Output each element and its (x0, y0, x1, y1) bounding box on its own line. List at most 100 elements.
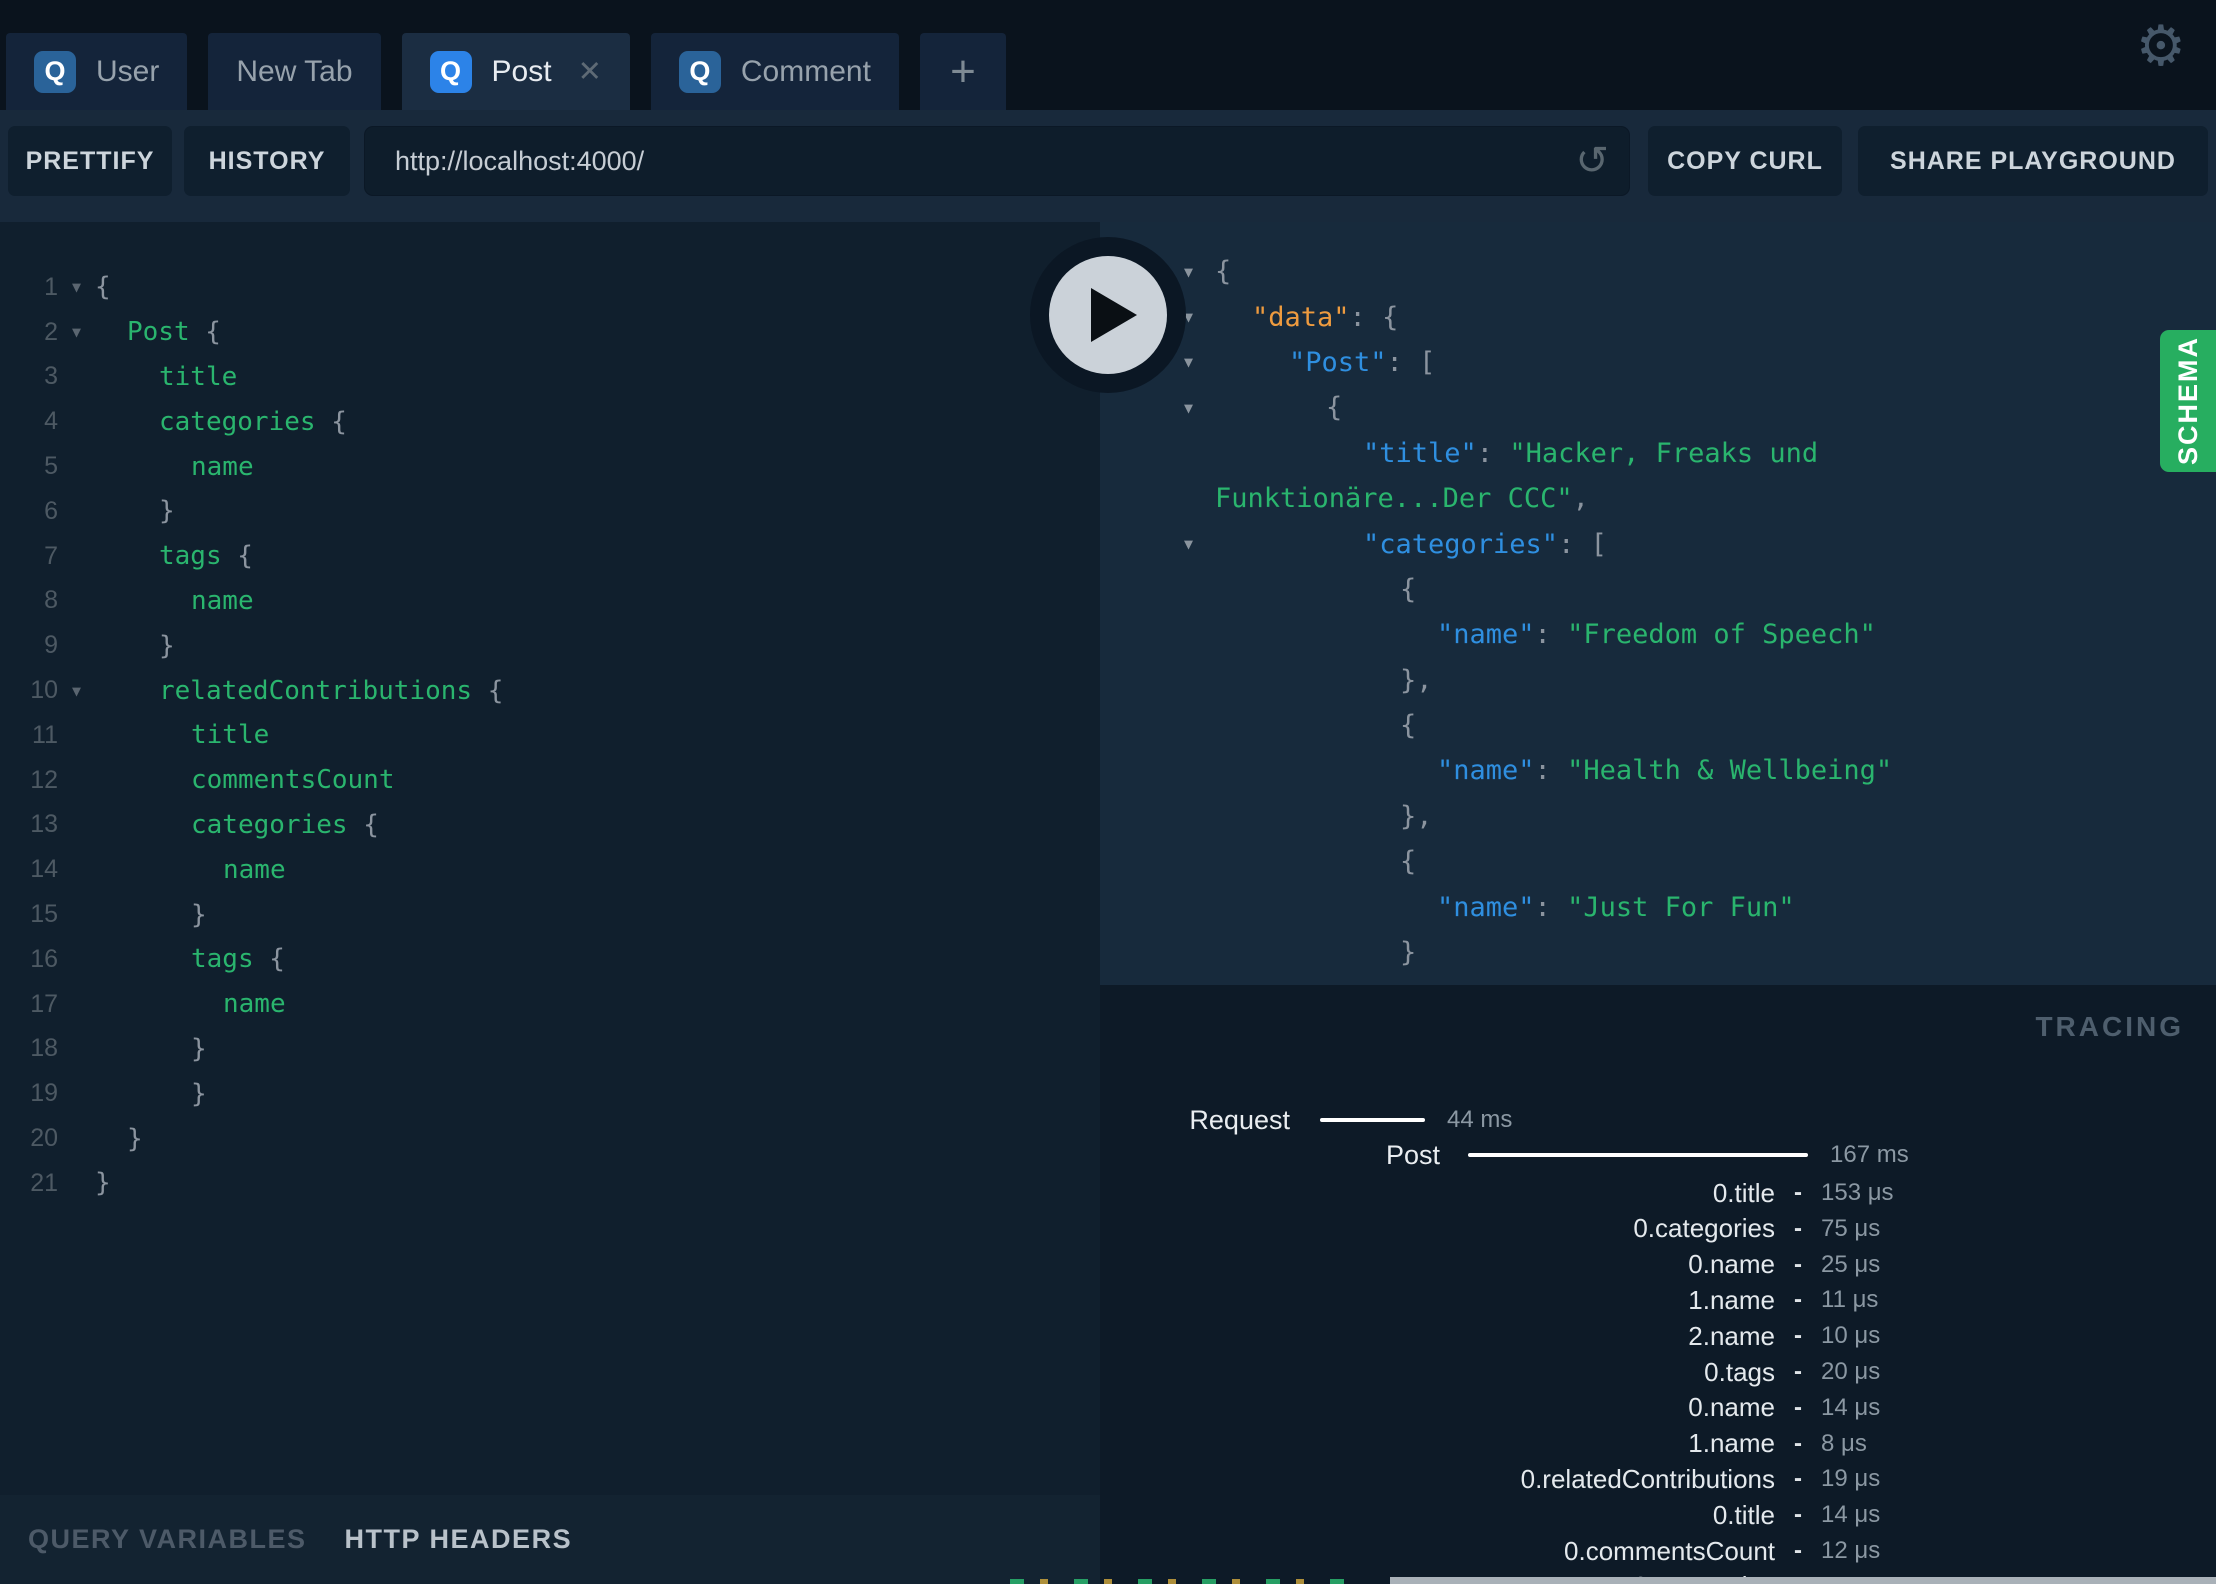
code-text: } (191, 1033, 207, 1064)
copy-curl-button[interactable]: COPY CURL (1648, 126, 1842, 196)
editor-line: 12 commentsCount (0, 758, 1100, 803)
tracing-row: 0.categories -75 μs (1100, 1211, 2216, 1247)
endpoint-url-input[interactable]: http://localhost:4000/ ↺ (364, 126, 1630, 196)
tracing-duration: 75 μs (1821, 1214, 1881, 1242)
editor-line: 9} (0, 623, 1100, 668)
tab-new-tab[interactable]: New Tab (208, 33, 381, 110)
tab-post[interactable]: Q Post ✕ (401, 33, 630, 110)
horizontal-scrollbar[interactable] (1390, 1577, 2216, 1584)
code-text: tags { (159, 541, 253, 572)
line-number: 10 (30, 676, 58, 705)
trace-span-post: Post 167 ms (1100, 1138, 2216, 1172)
trace-span-time: 167 ms (1830, 1141, 1909, 1168)
line-number: 20 (30, 1124, 58, 1153)
tracing-dash: - (1794, 1286, 1802, 1314)
response-text: Funktionäre...Der CCC", (1215, 483, 1589, 515)
share-playground-button[interactable]: SHARE PLAYGROUND (1858, 126, 2208, 196)
tracing-dash: - (1794, 1358, 1802, 1385)
trace-span-time: 44 ms (1447, 1106, 1513, 1133)
query-variables-tab[interactable]: QUERY VARIABLES (28, 1524, 307, 1555)
reload-schema-icon[interactable]: ↺ (1575, 141, 1609, 181)
collapse-arrow-icon[interactable]: ▼ (1184, 535, 1193, 553)
editor-footer: QUERY VARIABLES HTTP HEADERS (0, 1495, 1100, 1584)
tab-comment[interactable]: Q Comment (650, 33, 899, 110)
line-number: 6 (44, 496, 58, 525)
history-button[interactable]: HISTORY (184, 126, 350, 196)
tracing-row: 1.name -8 μs (1100, 1426, 2216, 1462)
fold-arrow-icon[interactable]: ▼ (58, 278, 95, 296)
code-text: commentsCount (191, 765, 395, 796)
editor-line: 20} (0, 1116, 1100, 1161)
response-line: "name": "Health & Wellbeing" (1100, 748, 2216, 793)
tracing-field-path: 0.name (1688, 1249, 1775, 1280)
collapse-arrow-icon[interactable]: ▼ (1184, 353, 1193, 371)
tracing-duration: 12 μs (1821, 1537, 1881, 1564)
prettify-button[interactable]: PRETTIFY (8, 126, 172, 196)
schema-side-tab[interactable]: SCHEMA (2160, 330, 2216, 472)
code-text: categories { (191, 809, 379, 840)
tab-label: New Tab (236, 54, 353, 88)
line-number: 18 (30, 1034, 58, 1063)
response-line: ▼ "Post": [ (1100, 340, 2216, 385)
tab-user[interactable]: Q User (6, 33, 188, 110)
line-number: 12 (30, 765, 58, 794)
tracing-row: 0.title -153 μs (1100, 1175, 2216, 1211)
tracing-field-path: 0.relatedContributions (1520, 1463, 1775, 1494)
code-text: } (127, 1123, 143, 1154)
editor-line: 2 ▼ Post { (0, 310, 1100, 355)
close-tab-icon[interactable]: ✕ (578, 54, 602, 89)
line-number: 9 (44, 631, 58, 660)
tracing-dash: - (1794, 1465, 1802, 1493)
tracing-duration: 11 μs (1821, 1286, 1879, 1314)
line-number: 19 (30, 1079, 58, 1108)
trace-span-bar (1320, 1118, 1425, 1122)
tracing-duration: 8 μs (1821, 1429, 1867, 1457)
response-lines: ▼{▼ "data": {▼ "Post": [▼{"title": "Hacker… (1100, 222, 2216, 985)
tracing-dash: - (1794, 1322, 1802, 1350)
http-headers-tab[interactable]: HTTP HEADERS (345, 1524, 573, 1555)
editor-line: 15} (0, 892, 1100, 937)
execute-query-button[interactable] (1030, 237, 1186, 393)
editor-line: 1 ▼{ (0, 265, 1100, 310)
query-editor-lines: 1 ▼{2 ▼ Post {3 title 4 categories {5 name 6} 7 ta… (0, 222, 1100, 1206)
query-badge: Q (678, 50, 721, 93)
tracing-dash: - (1794, 1537, 1802, 1564)
tracing-field-path: 0.categories (1633, 1213, 1775, 1244)
response-text: "title": "Hacker, Freaks und (1363, 437, 1819, 469)
settings-gear-icon[interactable]: ⚙ (2136, 18, 2186, 74)
response-text: }, (1400, 664, 1433, 696)
editor-line: 19} (0, 1071, 1100, 1116)
code-text: } (95, 1168, 111, 1199)
tracing-field-path: 0.tags (1704, 1356, 1775, 1387)
tracing-row: 0.title -14 μs (1100, 1497, 2216, 1533)
new-tab-button[interactable]: + (919, 33, 1006, 110)
toolbar: PRETTIFY HISTORY http://localhost:4000/ … (0, 110, 2216, 222)
endpoint-url-value: http://localhost:4000/ (395, 145, 645, 176)
fold-arrow-icon[interactable]: ▼ (58, 682, 95, 700)
code-text: name (191, 451, 254, 482)
editor-line: 4 categories { (0, 399, 1100, 444)
tracing-row: 2.name -10 μs (1100, 1318, 2216, 1354)
tracing-title: TRACING (2035, 1011, 2184, 1042)
tracing-duration: 10 μs (1821, 1322, 1881, 1350)
collapse-arrow-icon[interactable]: ▼ (1184, 263, 1193, 281)
tracing-row: 0.name -14 μs (1100, 1390, 2216, 1426)
trace-span-bar (1468, 1153, 1808, 1157)
tracing-dash: - (1794, 1393, 1802, 1421)
tracing-row: 0.relatedContributions -19 μs (1100, 1461, 2216, 1497)
response-text: }, (1400, 800, 1433, 832)
tab-label: Comment (740, 54, 871, 88)
code-text: name (223, 989, 286, 1020)
collapse-arrow-icon[interactable]: ▼ (1184, 399, 1193, 417)
line-number: 3 (44, 362, 58, 391)
query-editor[interactable]: 1 ▼{2 ▼ Post {3 title 4 categories {5 name 6} 7 ta… (0, 222, 1100, 1495)
editor-line: 13 categories { (0, 803, 1100, 848)
tracing-duration: 19 μs (1821, 1465, 1881, 1493)
code-text: tags { (191, 944, 285, 975)
code-text: } (159, 496, 175, 527)
response-line: "name": "Freedom of Speech" (1100, 612, 2216, 657)
response-line: ▼{ (1100, 249, 2216, 294)
editor-line: 8 name (0, 579, 1100, 624)
fold-arrow-icon[interactable]: ▼ (58, 323, 95, 341)
line-number: 17 (30, 989, 58, 1018)
